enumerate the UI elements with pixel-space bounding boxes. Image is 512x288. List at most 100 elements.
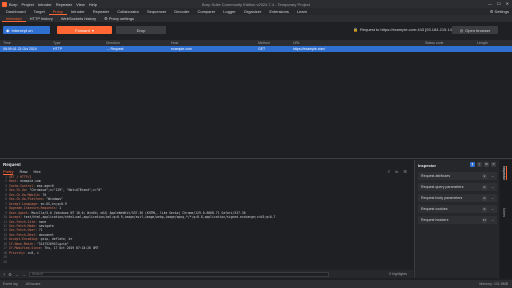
chevron-down-icon: ⌄ xyxy=(491,207,494,211)
menu-burp[interactable]: Burp xyxy=(9,2,17,7)
tab-comparer[interactable]: Comparer xyxy=(193,8,219,15)
inspector-section-count: 0 xyxy=(482,184,487,190)
chevron-down-icon: ▾ xyxy=(91,27,94,33)
menu-intruder[interactable]: Intruder xyxy=(38,2,52,7)
request-title: Request xyxy=(3,162,21,167)
cell-direction: → Request xyxy=(106,47,124,51)
inspector-section[interactable]: Request headers 17 ⌄ xyxy=(418,216,497,224)
close-icon[interactable]: ✕ xyxy=(506,1,509,6)
sidebar-tab-inspector[interactable]: Inspector xyxy=(502,166,507,181)
search-input[interactable]: Search xyxy=(28,271,329,277)
inspector-section[interactable]: Request cookies 0 ⌄ xyxy=(418,205,497,213)
cell-url: https://example.com/ xyxy=(293,47,326,51)
header-value: text/html,application/xhtml+xml,applicat… xyxy=(22,215,276,220)
settings-label: Settings xyxy=(494,9,509,14)
request-editor[interactable]: 1 GET / HTTP/2 2 Host: example.com 3 Cache-Co… xyxy=(0,175,413,265)
panel-divider[interactable] xyxy=(0,158,512,159)
inspector-section-label: Request query parameters xyxy=(421,185,464,189)
tab-http-history[interactable]: HTTP history xyxy=(26,15,57,22)
tab-logger[interactable]: Logger xyxy=(219,8,239,15)
cell-host: example.com xyxy=(171,47,192,51)
tab-decoder[interactable]: Decoder xyxy=(170,8,193,15)
tab-intruder[interactable]: Intruder xyxy=(67,8,89,15)
col-host[interactable]: Host xyxy=(171,41,178,45)
inspector-section-label: Request body parameters xyxy=(421,196,463,200)
maximize-icon[interactable]: ☐ xyxy=(497,1,501,6)
all-issues-button[interactable]: All issues xyxy=(26,282,41,286)
menu-view[interactable]: View xyxy=(76,2,85,7)
drop-label: Drop xyxy=(136,27,146,33)
menu-icon[interactable]: ☰ xyxy=(403,169,407,174)
chevron-down-icon: ⌄ xyxy=(491,196,494,200)
layout-alt-icon[interactable]: ▯ xyxy=(477,162,482,167)
main-tabs: Dashboard Target Proxy Intruder Repeater… xyxy=(0,8,512,15)
tab-proxy[interactable]: Proxy xyxy=(48,8,67,15)
inspector-section-label: Request headers xyxy=(421,218,449,222)
tab-proxy-settings[interactable]: ⚙ Proxy settings xyxy=(100,15,138,22)
menu-project[interactable]: Project xyxy=(21,2,33,7)
col-direction[interactable]: Direction xyxy=(106,41,120,45)
header-name: Priority: xyxy=(9,250,26,255)
settings-button[interactable]: ⚙ Settings xyxy=(490,8,509,15)
sidebar-tab-notes[interactable]: Notes xyxy=(502,208,506,217)
tab-extensions[interactable]: Extensions xyxy=(265,8,293,15)
intercept-toggle-button[interactable]: ◉ Intercept on xyxy=(3,26,50,34)
close-icon[interactable]: ✕ xyxy=(491,162,496,167)
settings-icon[interactable]: ⚙ xyxy=(8,272,12,277)
tab-websockets-history[interactable]: WebSockets history xyxy=(57,15,100,22)
cell-time: 08:09:41 22 Oct 2024 xyxy=(3,47,37,51)
menu-help[interactable]: Help xyxy=(89,2,97,7)
tab-dashboard[interactable]: Dashboard xyxy=(2,8,30,15)
newline-icon[interactable]: \n xyxy=(395,169,398,174)
inspector-section[interactable]: Request query parameters 0 ⌄ xyxy=(418,183,497,191)
header-value: Thu, 17 Oct 2019 07:18:26 GMT xyxy=(42,246,99,251)
settings-icon[interactable]: ⚙ xyxy=(484,162,489,167)
inspector-section[interactable]: Request body parameters 0 ⌄ xyxy=(418,194,497,202)
inspector-section-label: Request cookies xyxy=(421,207,448,211)
col-time[interactable]: Time xyxy=(3,41,11,45)
tab-intercept[interactable]: Intercept xyxy=(2,15,26,22)
col-type[interactable]: Type xyxy=(53,41,61,45)
layout-icon[interactable]: ▮ xyxy=(470,162,475,167)
browser-icon: ◎ xyxy=(459,27,464,33)
col-method[interactable]: Method xyxy=(258,41,270,45)
highlights-count: 0 highlights xyxy=(389,272,407,276)
event-log-button[interactable]: Event log xyxy=(3,282,18,286)
minimize-icon[interactable]: — xyxy=(488,1,492,6)
wrap-icon[interactable]: ≡ xyxy=(388,169,390,174)
forward-label: Forward xyxy=(75,27,90,33)
forward-icon[interactable]: → xyxy=(22,272,26,277)
inspector-section-count: 2 xyxy=(482,173,487,179)
inspector-toolbar: ▮ ▯ ⚙ ✕ xyxy=(470,162,496,167)
request-search-bar: ? ⚙ ← → Search 0 highlights xyxy=(0,270,413,278)
menu-repeater[interactable]: Repeater xyxy=(56,2,72,7)
memory-indicator: Memory: 131.8MB xyxy=(479,282,508,286)
burp-logo-icon xyxy=(2,1,7,7)
tab-target[interactable]: Target xyxy=(30,8,49,15)
tab-collaborator[interactable]: Collaborator xyxy=(113,8,143,15)
cell-type: HTTP xyxy=(53,47,63,51)
request-line[interactable]: 20 xyxy=(1,260,413,264)
tab-organizer[interactable]: Organizer xyxy=(240,8,266,15)
header-value: u=0, i xyxy=(25,250,39,255)
menu-bar: Burp Project Intruder Repeater View Help… xyxy=(0,0,512,8)
tab-learn[interactable]: Learn xyxy=(293,8,311,15)
tab-repeater[interactable]: Repeater xyxy=(89,8,113,15)
open-browser-label: Open browser xyxy=(465,27,491,33)
help-icon[interactable]: ? xyxy=(3,272,5,277)
right-sidebar: Inspector Notes xyxy=(500,160,512,278)
request-target-info: 🔒 Request to https://example.com:443 [93… xyxy=(353,27,453,32)
drop-button[interactable]: Drop xyxy=(116,26,166,34)
col-status-code[interactable]: Status code xyxy=(425,41,443,45)
request-tools: ≡ \n ☰ xyxy=(388,169,407,174)
forward-button[interactable]: Forward ▾ xyxy=(57,26,112,34)
col-url[interactable]: URL xyxy=(293,41,300,45)
request-to-text: Request to https://example.com:443 [93.1… xyxy=(359,27,453,32)
toggle-on-icon: ◉ xyxy=(6,27,10,33)
col-length[interactable]: Length xyxy=(477,41,488,45)
tab-sequencer[interactable]: Sequencer xyxy=(143,8,170,15)
open-browser-button[interactable]: ◎ Open browser xyxy=(452,26,498,34)
table-empty-area xyxy=(0,52,512,156)
back-icon[interactable]: ← xyxy=(15,272,19,277)
inspector-section[interactable]: Request attributes 2 ⌄ xyxy=(418,172,497,180)
